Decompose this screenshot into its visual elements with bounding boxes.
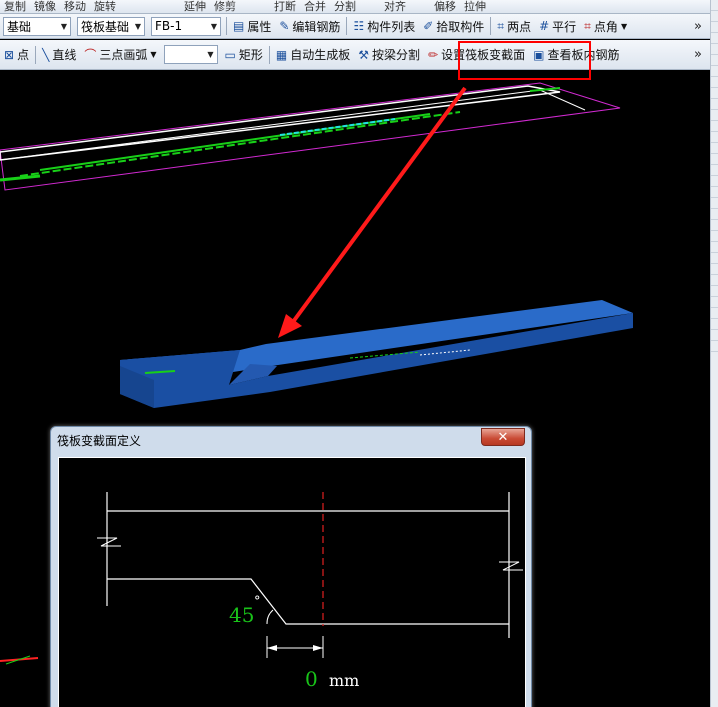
close-icon: ✕ — [497, 429, 509, 445]
section-diagram: 45 ° 0 mm — [97, 492, 523, 691]
degree-symbol: ° — [254, 594, 261, 609]
raft-slab-3d[interactable] — [120, 300, 633, 408]
unit-label: mm — [329, 671, 359, 690]
right-side-panel — [710, 0, 718, 707]
axis-marker — [0, 655, 39, 665]
dialog-title: 筏板变截面定义 — [57, 434, 142, 448]
raft-section-dialog: 筏板变截面定义 ✕ 45 ° 0 mm — [50, 426, 532, 707]
section-preview-canvas: 45 ° 0 mm — [58, 457, 526, 707]
angle-value[interactable]: 45 — [229, 603, 254, 627]
offset-value[interactable]: 0 — [305, 667, 318, 691]
raft-slab-plan-view[interactable] — [0, 82, 621, 191]
highlight-box — [458, 41, 591, 80]
close-button[interactable]: ✕ — [481, 428, 525, 446]
